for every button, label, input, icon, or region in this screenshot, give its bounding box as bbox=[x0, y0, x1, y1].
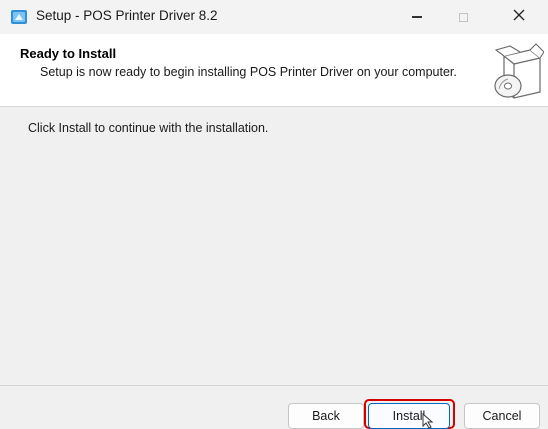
maximize-button[interactable] bbox=[440, 0, 486, 34]
title-bar[interactable]: Setup - POS Printer Driver 8.2 bbox=[0, 0, 548, 34]
close-icon bbox=[513, 8, 525, 26]
cancel-button[interactable]: Cancel bbox=[464, 403, 540, 429]
install-instruction: Click Install to continue with the insta… bbox=[28, 121, 269, 135]
setup-app-icon bbox=[10, 8, 28, 26]
install-box-disc-icon bbox=[486, 42, 545, 102]
page-title: Ready to Install bbox=[20, 46, 117, 61]
wizard-header: Ready to Install Setup is now ready to b… bbox=[0, 34, 548, 107]
mouse-pointer-icon bbox=[422, 412, 436, 429]
maximize-icon bbox=[458, 12, 468, 22]
minimize-button[interactable] bbox=[394, 0, 440, 34]
setup-window: Setup - POS Printer Driver 8.2 Ready to … bbox=[0, 0, 548, 429]
page-subtitle: Setup is now ready to begin installing P… bbox=[40, 65, 457, 79]
back-button[interactable]: Back bbox=[288, 403, 364, 429]
window-title: Setup - POS Printer Driver 8.2 bbox=[36, 8, 218, 23]
close-button[interactable] bbox=[496, 0, 542, 34]
minimize-icon bbox=[412, 16, 422, 18]
install-button[interactable]: Install bbox=[368, 403, 450, 429]
